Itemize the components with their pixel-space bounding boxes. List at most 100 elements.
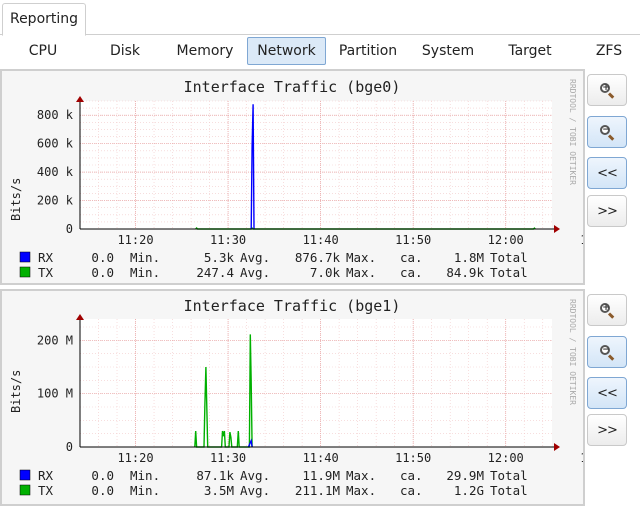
legend-total-label: Total xyxy=(490,468,528,483)
legend-ca-label: ca. xyxy=(400,483,423,498)
legend-min-label: Min. xyxy=(130,468,160,483)
graph-panel-bge0: Interface Traffic (bge0) Bits/s RRDTOOL … xyxy=(0,69,585,285)
legend-max-label: Max. xyxy=(346,265,376,280)
y-tick-label: 600 k xyxy=(37,137,74,151)
y-ticks: 0 200 k 400 k 600 k 800 k xyxy=(37,108,74,236)
y-axis-label: Bits/s xyxy=(9,370,23,413)
zoom-in-button[interactable]: + xyxy=(587,74,627,106)
legend-avg-rx: 87.1k xyxy=(196,468,234,483)
zoom-out-icon: − xyxy=(599,344,615,361)
legend-swatch-tx xyxy=(19,266,31,278)
graph-panel-bge1: Interface Traffic (bge1) Bits/s RRDTOOL … xyxy=(0,289,585,506)
legend: RX 0.0 Min. 5.3k Avg. 876.7k Max. ca. 1.… xyxy=(19,250,528,280)
subnav-item-disk[interactable]: Disk xyxy=(94,37,156,65)
x-tick-label: 11:50 xyxy=(395,233,431,247)
legend-min-tx: 0.0 xyxy=(91,265,114,280)
legend-swatch-rx xyxy=(19,469,31,481)
y-tick-label: 400 k xyxy=(37,165,74,179)
legend-max-rx: 876.7k xyxy=(295,250,341,265)
graph-title: Interface Traffic (bge1) xyxy=(184,297,401,315)
legend-total-rx: 1.8M xyxy=(454,250,484,265)
legend-name-tx: TX xyxy=(38,265,54,280)
legend-max-label: Max. xyxy=(346,483,376,498)
legend-min-label: Min. xyxy=(130,483,160,498)
graph-title: Interface Traffic (bge0) xyxy=(184,78,401,96)
zoom-in-button[interactable]: + xyxy=(587,294,627,326)
zoom-out-icon: − xyxy=(599,124,615,141)
traffic-graph-bge1: Interface Traffic (bge1) Bits/s RRDTOOL … xyxy=(9,297,583,498)
y-ticks: 0 100 M 200 M xyxy=(37,333,73,454)
top-tab-bar: Reporting xyxy=(0,0,640,36)
subnav-item-zfs[interactable]: ZFS xyxy=(578,37,640,65)
forward-button[interactable]: >> xyxy=(587,195,627,227)
reporting-subnav: CPU Disk Memory Network Partition System… xyxy=(0,35,640,68)
legend-avg-label: Avg. xyxy=(240,250,270,265)
legend-min-label: Min. xyxy=(130,250,160,265)
zoom-out-button[interactable]: − xyxy=(587,336,627,368)
legend-min-rx: 0.0 xyxy=(91,250,114,265)
legend-total-tx: 1.2G xyxy=(454,483,484,498)
subnav-item-network[interactable]: Network xyxy=(247,37,326,65)
legend-avg-label: Avg. xyxy=(240,468,270,483)
legend-avg-label: Avg. xyxy=(240,483,270,498)
forward-button[interactable]: >> xyxy=(587,414,627,446)
y-tick-label: 0 xyxy=(66,222,73,236)
zoom-in-icon: + xyxy=(599,82,615,99)
x-tick-label: 11:30 xyxy=(210,233,246,247)
legend-max-tx: 7.0k xyxy=(310,265,341,280)
zoom-in-icon: + xyxy=(599,302,615,319)
forward-label: >> xyxy=(597,422,618,438)
zoom-out-button[interactable]: − xyxy=(587,116,627,148)
y-tick-label: 100 M xyxy=(37,387,73,401)
x-tick-label: 11:50 xyxy=(395,451,431,465)
x-ticks: 11:20 11:30 11:40 11:50 12:00 12:10 xyxy=(117,233,583,247)
x-tick-label: 12:10 xyxy=(580,233,583,247)
legend-name-tx: TX xyxy=(38,483,54,498)
x-tick-label: 11:40 xyxy=(303,451,339,465)
legend-total-tx: 84.9k xyxy=(446,265,484,280)
subnav-item-cpu[interactable]: CPU xyxy=(12,37,74,65)
legend-max-label: Max. xyxy=(346,250,376,265)
legend-total-label: Total xyxy=(490,483,528,498)
x-tick-label: 12:10 xyxy=(580,451,583,465)
y-tick-label: 800 k xyxy=(37,108,74,122)
x-tick-label: 11:30 xyxy=(210,451,246,465)
subnav-item-system[interactable]: System xyxy=(414,37,482,65)
x-tick-label: 11:20 xyxy=(117,233,153,247)
x-tick-label: 11:40 xyxy=(303,233,339,247)
subnav-item-memory[interactable]: Memory xyxy=(168,37,242,65)
y-tick-label: 0 xyxy=(66,440,73,454)
legend-name-rx: RX xyxy=(38,250,54,265)
legend-ca-label: ca. xyxy=(400,265,423,280)
legend-total-rx: 29.9M xyxy=(446,468,484,483)
x-ticks: 11:20 11:30 11:40 11:50 12:00 12:10 xyxy=(117,451,583,465)
legend-ca-label: ca. xyxy=(400,250,423,265)
tab-reporting[interactable]: Reporting xyxy=(2,3,86,36)
legend-total-label: Total xyxy=(490,265,528,280)
subnav-item-target[interactable]: Target xyxy=(500,37,560,65)
back-label: << xyxy=(597,165,618,181)
legend-name-rx: RX xyxy=(38,468,54,483)
subnav-item-partition[interactable]: Partition xyxy=(332,37,404,65)
legend: RX 0.0 Min. 87.1k Avg. 11.9M Max. ca. 29… xyxy=(19,468,528,498)
legend-avg-rx: 5.3k xyxy=(204,250,235,265)
legend-avg-tx: 247.4 xyxy=(196,265,234,280)
legend-max-tx: 211.1M xyxy=(295,483,340,498)
legend-min-tx: 0.0 xyxy=(91,483,114,498)
forward-label: >> xyxy=(597,203,618,219)
back-button[interactable]: << xyxy=(587,157,627,189)
legend-avg-label: Avg. xyxy=(240,265,270,280)
back-button[interactable]: << xyxy=(587,377,627,409)
legend-max-label: Max. xyxy=(346,468,376,483)
plot-area xyxy=(80,101,552,229)
y-tick-label: 200 M xyxy=(37,333,73,347)
y-axis-label: Bits/s xyxy=(9,178,23,221)
legend-min-label: Min. xyxy=(130,265,160,280)
y-tick-label: 200 k xyxy=(37,194,74,208)
legend-ca-label: ca. xyxy=(400,468,423,483)
legend-avg-tx: 3.5M xyxy=(204,483,234,498)
legend-min-rx: 0.0 xyxy=(91,468,114,483)
x-tick-label: 11:20 xyxy=(117,451,153,465)
legend-swatch-tx xyxy=(19,484,31,496)
legend-max-rx: 11.9M xyxy=(302,468,340,483)
